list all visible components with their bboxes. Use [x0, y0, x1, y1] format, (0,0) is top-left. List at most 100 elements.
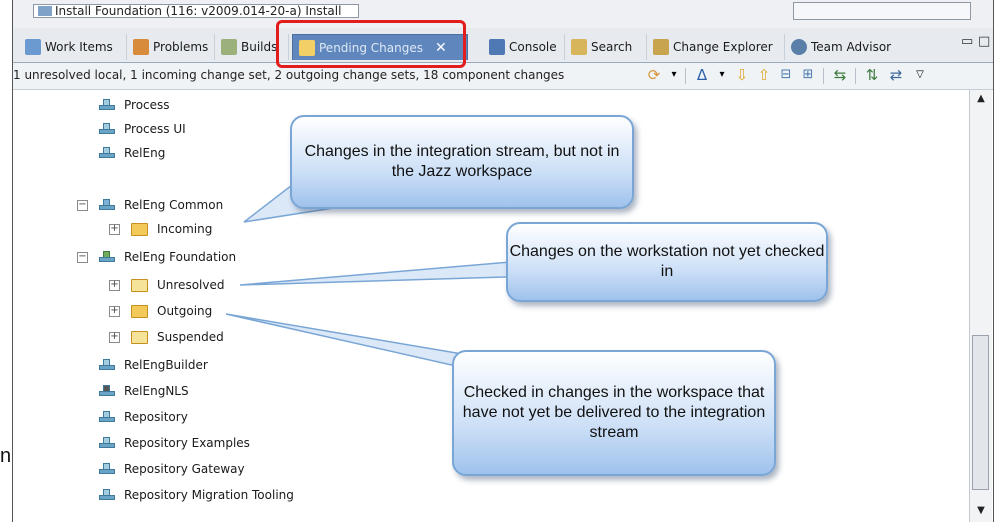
scroll-down-icon[interactable]: ▼ [974, 504, 988, 518]
pending-changes-toolbar: 1 unresolved local, 1 incoming change se… [13, 63, 993, 90]
tab-change-explorer[interactable]: Change Explorer [647, 34, 785, 60]
tree-item-relengnls[interactable]: RelEngNLS [99, 380, 189, 402]
component-icon [99, 411, 115, 423]
tree-item-relengbuilder[interactable]: RelEngBuilder [99, 354, 208, 376]
scroll-up-icon[interactable]: ▲ [974, 92, 988, 106]
tree-item-repository-migration-tooling[interactable]: Repository Migration Tooling [99, 484, 294, 506]
collapse-all-icon[interactable]: ⊟ [777, 66, 795, 84]
refresh-icon[interactable]: ⟳ [645, 66, 663, 84]
tree-item-label: Repository [124, 410, 188, 424]
tree-item-repository-examples[interactable]: Repository Examples [99, 432, 250, 454]
accept-icon[interactable]: ⇩ [733, 66, 751, 84]
tree-item-process[interactable]: Process [99, 94, 170, 116]
expand-toggle[interactable]: + [109, 332, 120, 343]
minimize-icon[interactable]: ▭ [961, 34, 973, 49]
component-icon [99, 199, 115, 211]
highlight-box [276, 20, 466, 68]
expand-toggle[interactable]: + [109, 306, 120, 317]
expand-toggle[interactable]: + [109, 224, 120, 235]
tree-item-repository[interactable]: Repository [99, 406, 188, 428]
flow-icon[interactable]: ⇅ [863, 66, 881, 84]
tree-item-outgoing[interactable]: Outgoing [131, 300, 212, 322]
component-icon [99, 99, 115, 111]
suspended-folder-icon [131, 330, 148, 344]
component-icon [99, 463, 115, 475]
tab-work-items[interactable]: Work Items [19, 34, 127, 60]
unresolved-folder-icon [131, 278, 148, 292]
tree-item-process-ui[interactable]: Process UI [99, 118, 186, 140]
view-tabs: Work Items Problems Builds Pending Chang… [13, 28, 993, 63]
tree-item-releng-common[interactable]: RelEng Common [99, 194, 223, 216]
tree-item-label: Incoming [157, 222, 213, 236]
tree-item-label: Process [124, 98, 170, 112]
tab-console[interactable]: Console [483, 34, 565, 60]
tree-item-unresolved[interactable]: Unresolved [131, 274, 224, 296]
edge-text-fragment: n [0, 445, 12, 467]
expand-toggle[interactable]: + [109, 280, 120, 291]
vertical-scrollbar[interactable]: ▲ ▼ [969, 90, 992, 522]
tab-label: Console [509, 40, 557, 54]
deliver-icon[interactable]: ⇧ [755, 66, 773, 84]
toolbar-divider [823, 68, 824, 84]
collapse-toggle[interactable]: − [77, 252, 88, 263]
tree-item-label: RelEng [124, 146, 166, 160]
component-icon [99, 251, 115, 263]
component-icon [99, 359, 115, 371]
dropdown-icon[interactable]: ▾ [713, 66, 731, 84]
component-icon [99, 123, 115, 135]
incoming-folder-icon [131, 222, 148, 236]
tab-label: Problems [153, 40, 209, 54]
tree-item-suspended[interactable]: Suspended [131, 326, 224, 348]
search-icon [571, 39, 587, 55]
callout-outgoing: Checked in changes in the workspace that… [452, 350, 776, 476]
tree-item-repository-gateway[interactable]: Repository Gateway [99, 458, 245, 480]
outgoing-folder-icon [131, 304, 148, 318]
toolbar-divider [685, 68, 686, 84]
sync-icon[interactable]: ⇆ [831, 66, 849, 84]
tree-item-label: RelEng Foundation [124, 250, 237, 264]
component-icon [99, 385, 115, 397]
tree-item-releng[interactable]: RelEng [99, 142, 165, 164]
tab-team-advisor[interactable]: Team Advisor [785, 34, 905, 60]
tab-search[interactable]: Search [565, 34, 647, 60]
maximize-icon[interactable]: □ [978, 34, 990, 49]
view-menu-icon[interactable]: ▽ [911, 66, 929, 84]
tree-item-label: Repository Migration Tooling [124, 488, 294, 502]
delta-icon[interactable]: Δ [693, 66, 711, 84]
tree-item-label: Outgoing [157, 304, 213, 318]
builds-icon [221, 39, 237, 55]
tree-item-label: RelEngBuilder [124, 358, 208, 372]
flow-target-icon[interactable]: ⇄ [887, 66, 905, 84]
callout-incoming: Changes in the integration stream, but n… [290, 115, 634, 209]
dropdown-icon[interactable]: ▾ [665, 66, 683, 84]
tab-label: Builds [241, 40, 278, 54]
tab-problems[interactable]: Problems [127, 34, 215, 60]
tree-item-label: RelEng Common [124, 198, 224, 212]
scrollbar-thumb[interactable] [972, 335, 989, 490]
top-toolbar: Install Foundation (116: v2009.014-20-a)… [13, 0, 993, 29]
tree-item-label: Process UI [124, 122, 186, 136]
tree-item-label: Unresolved [157, 278, 225, 292]
install-icon [38, 6, 52, 16]
work-items-icon [25, 39, 41, 55]
component-icon [99, 437, 115, 449]
tree-item-releng-foundation[interactable]: RelEng Foundation [99, 246, 236, 268]
tree-item-label: Repository Examples [124, 436, 250, 450]
status-text: 1 unresolved local, 1 incoming change se… [13, 68, 565, 82]
top-right-field[interactable] [793, 2, 971, 20]
problems-icon [133, 39, 149, 55]
component-icon [99, 489, 115, 501]
tree-item-label: RelEngNLS [124, 384, 189, 398]
tree-item-incoming[interactable]: Incoming [131, 218, 212, 240]
tab-label: Search [591, 40, 633, 54]
expand-icon[interactable]: ⊞ [799, 66, 817, 84]
tab-label: Work Items [45, 40, 113, 54]
callout-unresolved: Changes on the workstation not yet check… [506, 222, 828, 302]
top-input-field[interactable]: Install Foundation (116: v2009.014-20-a)… [33, 4, 359, 18]
collapse-toggle[interactable]: − [77, 200, 88, 211]
component-icon [99, 147, 115, 159]
tree-item-label: Suspended [157, 330, 224, 344]
change-explorer-icon [653, 39, 669, 55]
tree-item-label: Repository Gateway [124, 462, 245, 476]
team-advisor-icon [791, 39, 807, 55]
